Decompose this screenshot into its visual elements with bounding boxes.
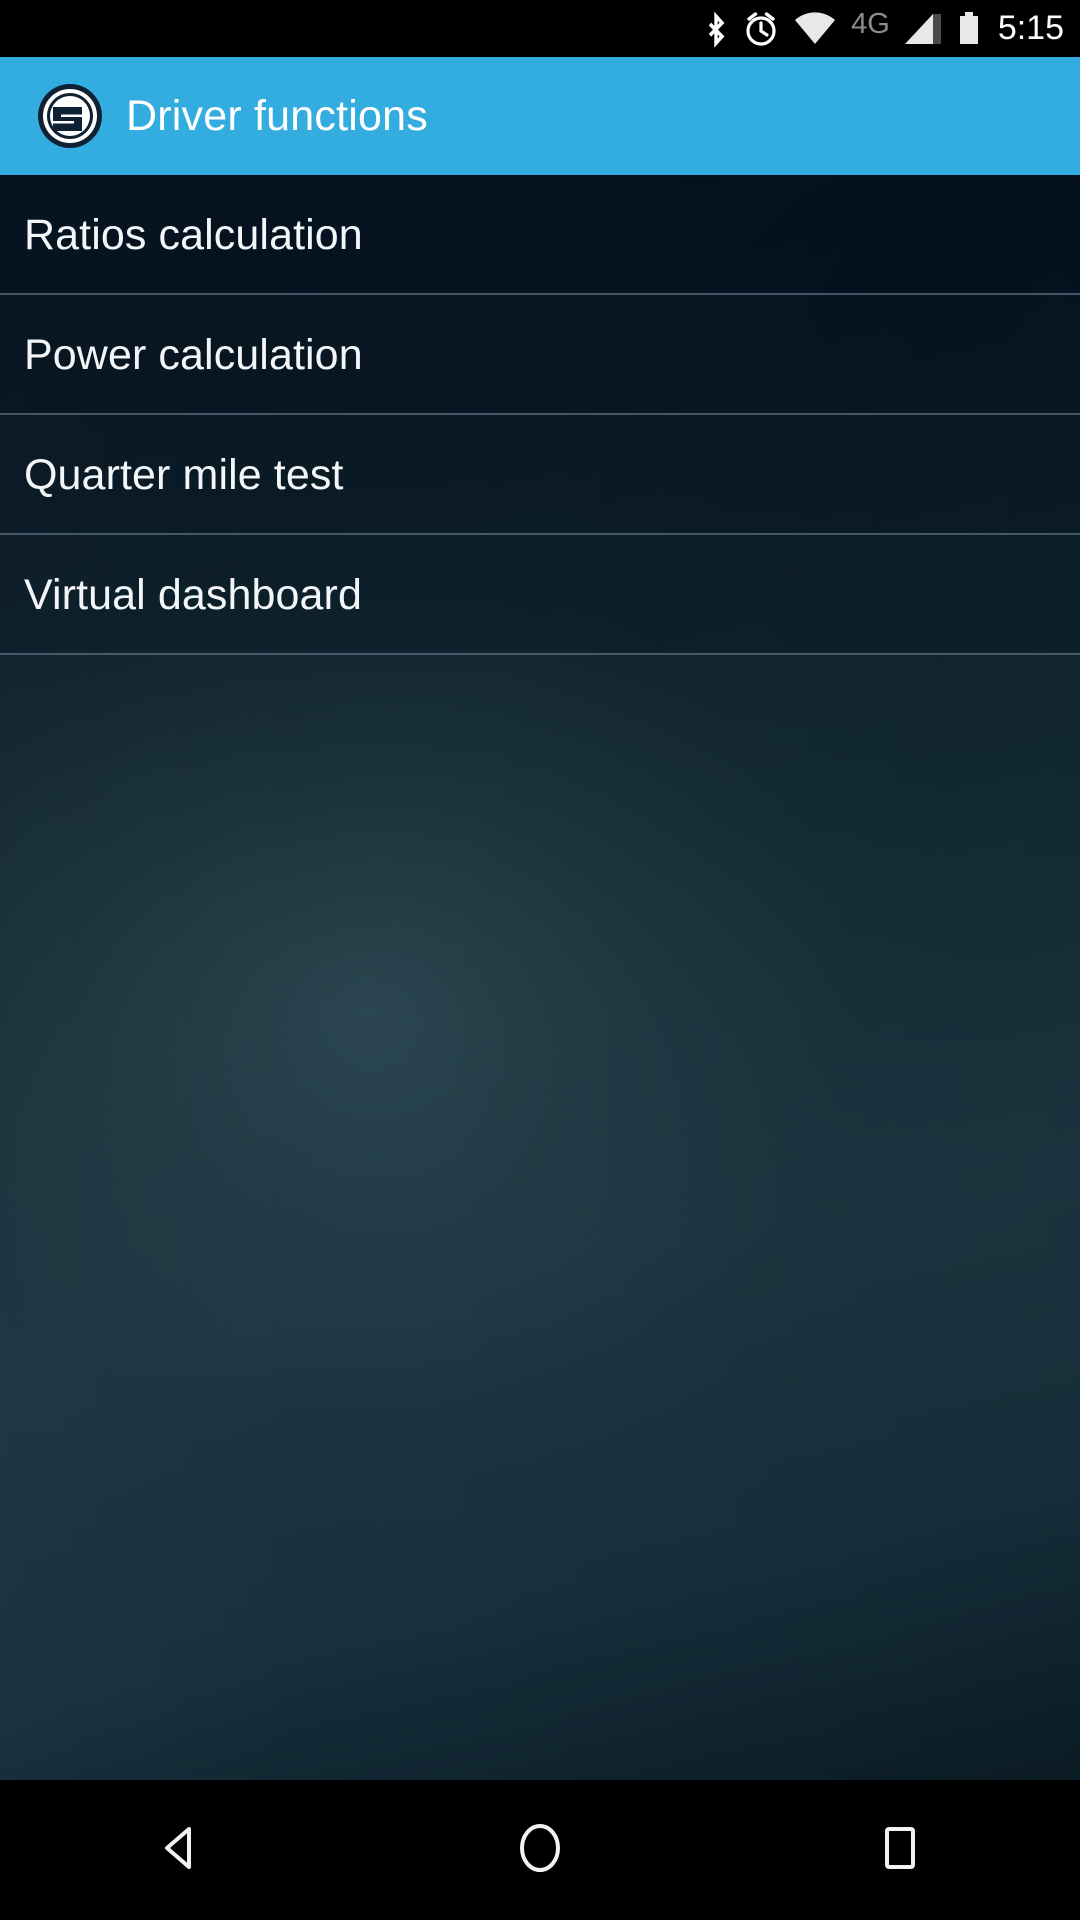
app-bar: Driver functions [0,57,1080,175]
nav-back-button[interactable] [90,1780,270,1920]
driver-functions-list: Ratios calculation Power calculation Qua… [0,175,1080,655]
menu-item-power-calculation[interactable]: Power calculation [0,295,1080,415]
navigation-bar [0,1780,1080,1920]
phone-screen: 4G 5:15 Driver functions Ratios calculat… [0,0,1080,1920]
nav-recents-button[interactable] [810,1780,990,1920]
app-bar-title: Driver functions [126,91,428,140]
menu-item-label: Ratios calculation [24,210,363,259]
network-4g-label: 4G [851,8,890,40]
home-circle-icon [509,1817,571,1884]
status-bar: 4G 5:15 [0,0,1080,57]
nav-home-button[interactable] [450,1780,630,1920]
alarm-clock-icon [742,9,780,49]
battery-icon [956,9,982,49]
content-area: Ratios calculation Power calculation Qua… [0,175,1080,1780]
menu-item-ratios-calculation[interactable]: Ratios calculation [0,175,1080,295]
menu-item-virtual-dashboard[interactable]: Virtual dashboard [0,535,1080,655]
menu-item-quarter-mile-test[interactable]: Quarter mile test [0,415,1080,535]
bluetooth-icon [703,9,729,49]
menu-item-label: Quarter mile test [24,450,344,499]
wifi-icon [793,9,837,49]
recents-square-icon [869,1817,931,1884]
cellular-signal-icon [903,9,943,49]
list-divider [0,653,1080,655]
menu-item-label: Power calculation [24,330,363,379]
back-triangle-icon [149,1817,211,1884]
app-logo-s-emblem [36,82,104,150]
status-bar-clock: 5:15 [997,9,1064,47]
menu-item-label: Virtual dashboard [24,570,362,619]
